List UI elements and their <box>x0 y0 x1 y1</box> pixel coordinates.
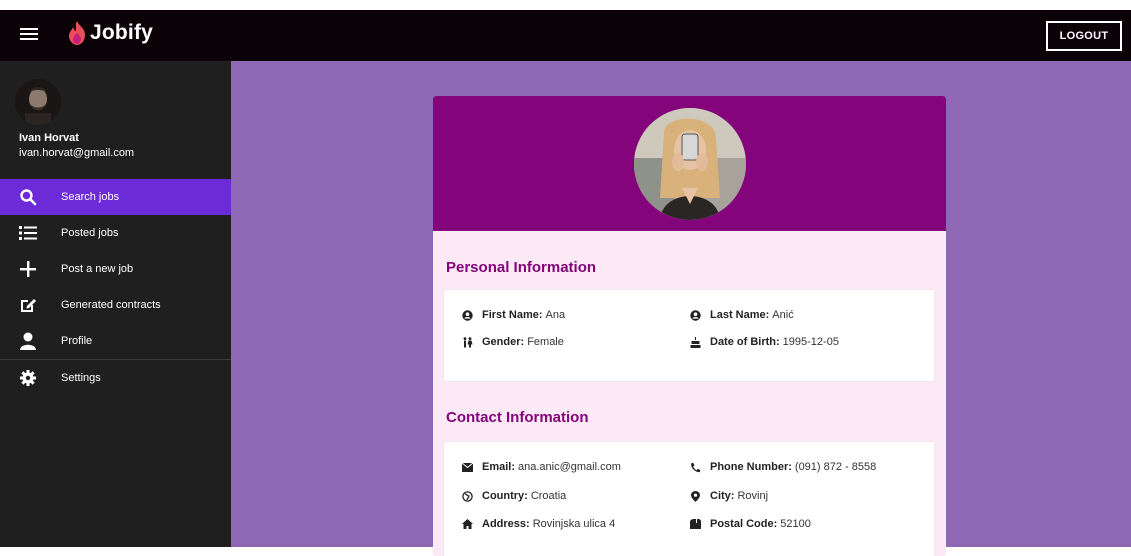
phone-field: Phone Number: (091) 872 - 8558 <box>689 461 876 473</box>
field-key: First Name: <box>482 309 543 321</box>
search-icon <box>18 187 38 207</box>
date-of-birth-field: Date of Birth: 1995-12-05 <box>689 336 839 348</box>
field-value: Anić <box>772 309 794 321</box>
field-value: 1995-12-05 <box>782 336 839 348</box>
field-value: (091) 872 - 8558 <box>794 461 877 473</box>
field-key: Email: <box>482 461 516 473</box>
phone-icon <box>689 461 701 473</box>
birthday-cake-icon <box>689 336 701 348</box>
field-value: Rovinjska ulica 4 <box>532 518 616 530</box>
field-key: Date of Birth: <box>710 336 780 348</box>
field-value: Croatia <box>530 490 567 502</box>
sidebar-item-profile[interactable]: Profile <box>0 323 231 359</box>
sidebar-item-settings[interactable]: Settings <box>0 360 231 396</box>
sidebar-item-generated-contracts[interactable]: Generated contracts <box>0 287 231 323</box>
field-key: Address: <box>482 518 530 530</box>
profile-card-header <box>433 96 946 231</box>
field-value: Ana <box>545 309 566 321</box>
profile-card: Personal Information First Name: Ana Las… <box>433 96 946 556</box>
sidebar-item-label: Search jobs <box>61 191 120 203</box>
sidebar-item-label: Profile <box>61 335 93 347</box>
first-name-field: First Name: Ana <box>461 309 565 321</box>
sidebar-nav: Search jobs Posted jobs Post a new job G… <box>0 179 231 396</box>
home-icon <box>461 518 473 530</box>
sidebar-item-post-new-job[interactable]: Post a new job <box>0 251 231 287</box>
user-circle-icon <box>689 309 701 321</box>
gear-icon <box>18 368 38 388</box>
field-value: ana.anic@gmail.com <box>518 461 621 473</box>
sidebar-item-search-jobs[interactable]: Search jobs <box>0 179 231 215</box>
sidebar-user-profile: Ivan Horvat ivan.horvat@gmail.com <box>0 61 231 179</box>
field-key: Last Name: <box>710 309 770 321</box>
field-key: Country: <box>482 490 528 502</box>
hamburger-menu-icon[interactable] <box>20 25 38 43</box>
personal-info-box: First Name: Ana Last Name: Anić Gender: … <box>444 290 934 381</box>
edit-icon <box>18 295 38 315</box>
flame-icon <box>69 21 85 45</box>
personal-info-title: Personal Information <box>446 259 597 276</box>
main-content: Personal Information First Name: Ana Las… <box>231 61 1131 556</box>
plus-icon <box>18 259 38 279</box>
avatar-image <box>15 79 61 125</box>
field-key: City: <box>710 490 735 502</box>
user-icon <box>18 331 38 351</box>
brand-name: Jobify <box>90 21 154 44</box>
field-key: Gender: <box>482 336 525 348</box>
profile-photo <box>634 108 746 220</box>
globe-icon <box>461 490 473 502</box>
field-key: Phone Number: <box>710 461 792 473</box>
user-avatar[interactable] <box>15 79 61 125</box>
top-app-bar: Jobify LOGOUT <box>0 10 1131 61</box>
city-field: City: Rovinj <box>689 490 768 502</box>
sidebar-item-posted-jobs[interactable]: Posted jobs <box>0 215 231 251</box>
email-field: Email: ana.anic@gmail.com <box>461 461 621 473</box>
mailbox-icon <box>689 518 701 530</box>
brand-logo[interactable]: Jobify <box>66 20 153 46</box>
user-circle-icon <box>461 309 473 321</box>
user-email: ivan.horvat@gmail.com <box>19 147 135 159</box>
contact-info-title: Contact Information <box>446 409 589 426</box>
last-name-field: Last Name: Anić <box>689 309 794 321</box>
address-field: Address: Rovinjska ulica 4 <box>461 518 615 530</box>
contact-info-box: Email: ana.anic@gmail.com Phone Number: … <box>444 442 934 556</box>
sidebar-item-label: Post a new job <box>61 263 134 275</box>
sidebar-item-label: Generated contracts <box>61 299 161 311</box>
sidebar-item-label: Posted jobs <box>61 227 119 239</box>
envelope-icon <box>461 461 473 473</box>
list-icon <box>18 223 38 243</box>
gender-field: Gender: Female <box>461 336 564 348</box>
field-value: Rovinj <box>737 490 769 502</box>
map-marker-icon <box>689 490 701 502</box>
country-field: Country: Croatia <box>461 490 566 502</box>
user-name: Ivan Horvat <box>19 132 79 144</box>
logout-button[interactable]: LOGOUT <box>1046 21 1122 51</box>
field-value: Female <box>527 336 564 348</box>
sidebar-item-label: Settings <box>61 372 101 384</box>
field-value: 52100 <box>780 518 811 530</box>
restroom-icon <box>461 336 473 348</box>
sidebar: Ivan Horvat ivan.horvat@gmail.com Search… <box>0 61 231 547</box>
postal-code-field: Postal Code: 52100 <box>689 518 811 530</box>
field-key: Postal Code: <box>710 518 778 530</box>
